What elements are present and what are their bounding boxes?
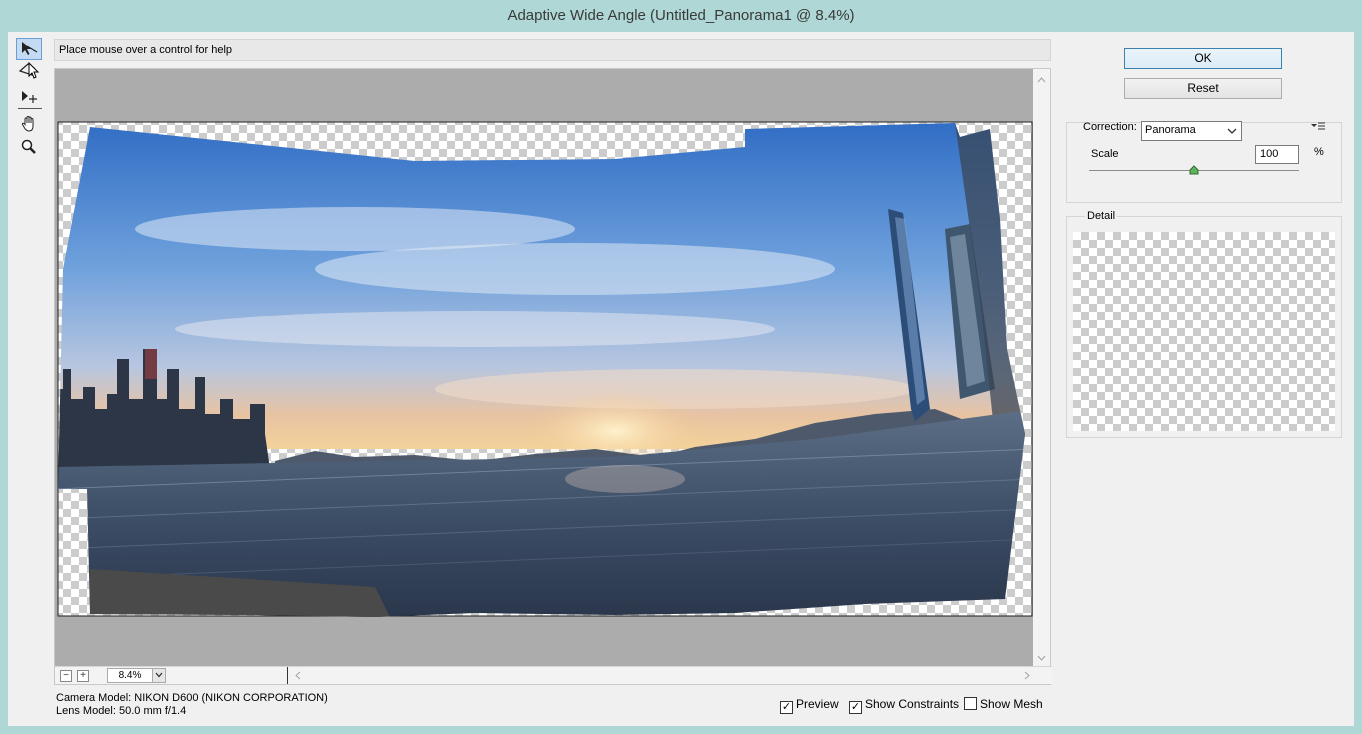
zoom-dropdown[interactable]	[152, 668, 166, 683]
correction-label: Correction:	[1083, 121, 1137, 133]
show-mesh-checkbox[interactable]	[964, 697, 977, 710]
slider-thumb-icon[interactable]	[1189, 165, 1199, 175]
zoom-tool-icon	[21, 139, 36, 154]
scroll-up-icon[interactable]	[1033, 73, 1050, 87]
correction-group: Correction: Panorama Scale 100 %	[1066, 121, 1342, 203]
help-bar: Place mouse over a control for help	[54, 39, 1051, 61]
preview-checkbox[interactable]: ✓	[780, 701, 793, 714]
scroll-down-icon[interactable]	[1033, 651, 1050, 665]
scroll-left-icon[interactable]	[291, 667, 305, 684]
vertical-scrollbar[interactable]	[1033, 69, 1050, 667]
scale-unit: %	[1314, 146, 1324, 158]
show-constraints-label: Show Constraints	[865, 697, 960, 711]
show-mesh-label: Show Mesh	[980, 697, 1043, 711]
scroll-right-icon[interactable]	[1020, 667, 1034, 684]
move-tool[interactable]	[16, 86, 42, 108]
scale-input[interactable]: 100	[1255, 145, 1299, 164]
preview-label: Preview	[796, 697, 839, 711]
move-tool-icon	[22, 91, 37, 103]
horizontal-scrollbar[interactable]	[287, 667, 1052, 684]
preview-canvas[interactable]	[55, 69, 1034, 667]
detail-label: Detail	[1085, 210, 1118, 222]
zoom-and-scroll-bar: − + 8.4%	[55, 666, 1052, 684]
zoom-tool[interactable]	[16, 136, 42, 158]
window-title: Adaptive Wide Angle (Untitled_Panorama1 …	[0, 0, 1362, 32]
detail-group: Detail	[1066, 210, 1342, 438]
chevron-down-icon	[1227, 128, 1237, 134]
lens-model: Lens Model: 50.0 mm f/1.4	[56, 705, 187, 717]
show-constraints-option[interactable]: ✓ Show Constraints	[849, 697, 959, 714]
scale-label: Scale	[1091, 148, 1119, 160]
preview-option[interactable]: ✓ Preview	[780, 697, 839, 714]
polygon-constraint-tool[interactable]	[16, 58, 42, 80]
dialog-client: Place mouse over a control for help − + …	[8, 32, 1354, 726]
show-constraints-checkbox[interactable]: ✓	[849, 701, 862, 714]
panel-menu-icon[interactable]	[1310, 121, 1326, 131]
correction-value: Panorama	[1145, 124, 1196, 136]
chevron-down-icon	[155, 672, 163, 678]
polygon-constraint-tool-icon	[18, 61, 40, 79]
correction-select[interactable]: Panorama	[1141, 121, 1242, 141]
zoom-level-field[interactable]: 8.4%	[107, 668, 153, 683]
hand-tool-icon	[21, 115, 34, 132]
show-mesh-option[interactable]: Show Mesh	[964, 697, 1043, 711]
camera-model: Camera Model: NIKON D600 (NIKON CORPORAT…	[56, 692, 328, 704]
canvas-area[interactable]: − + 8.4%	[54, 68, 1052, 685]
zoom-in-button[interactable]: +	[77, 670, 89, 682]
constraint-tool-icon	[22, 42, 38, 55]
camera-info: Camera Model: NIKON D600 (NIKON CORPORAT…	[56, 692, 328, 718]
detail-preview	[1073, 232, 1335, 431]
ok-button[interactable]: OK	[1124, 48, 1282, 69]
tool-separator	[18, 108, 42, 109]
panorama-preview[interactable]	[55, 69, 1034, 667]
constraint-tool[interactable]	[16, 38, 42, 60]
hand-tool[interactable]	[16, 113, 42, 135]
reset-button[interactable]: Reset	[1124, 78, 1282, 99]
zoom-out-button[interactable]: −	[60, 670, 72, 682]
